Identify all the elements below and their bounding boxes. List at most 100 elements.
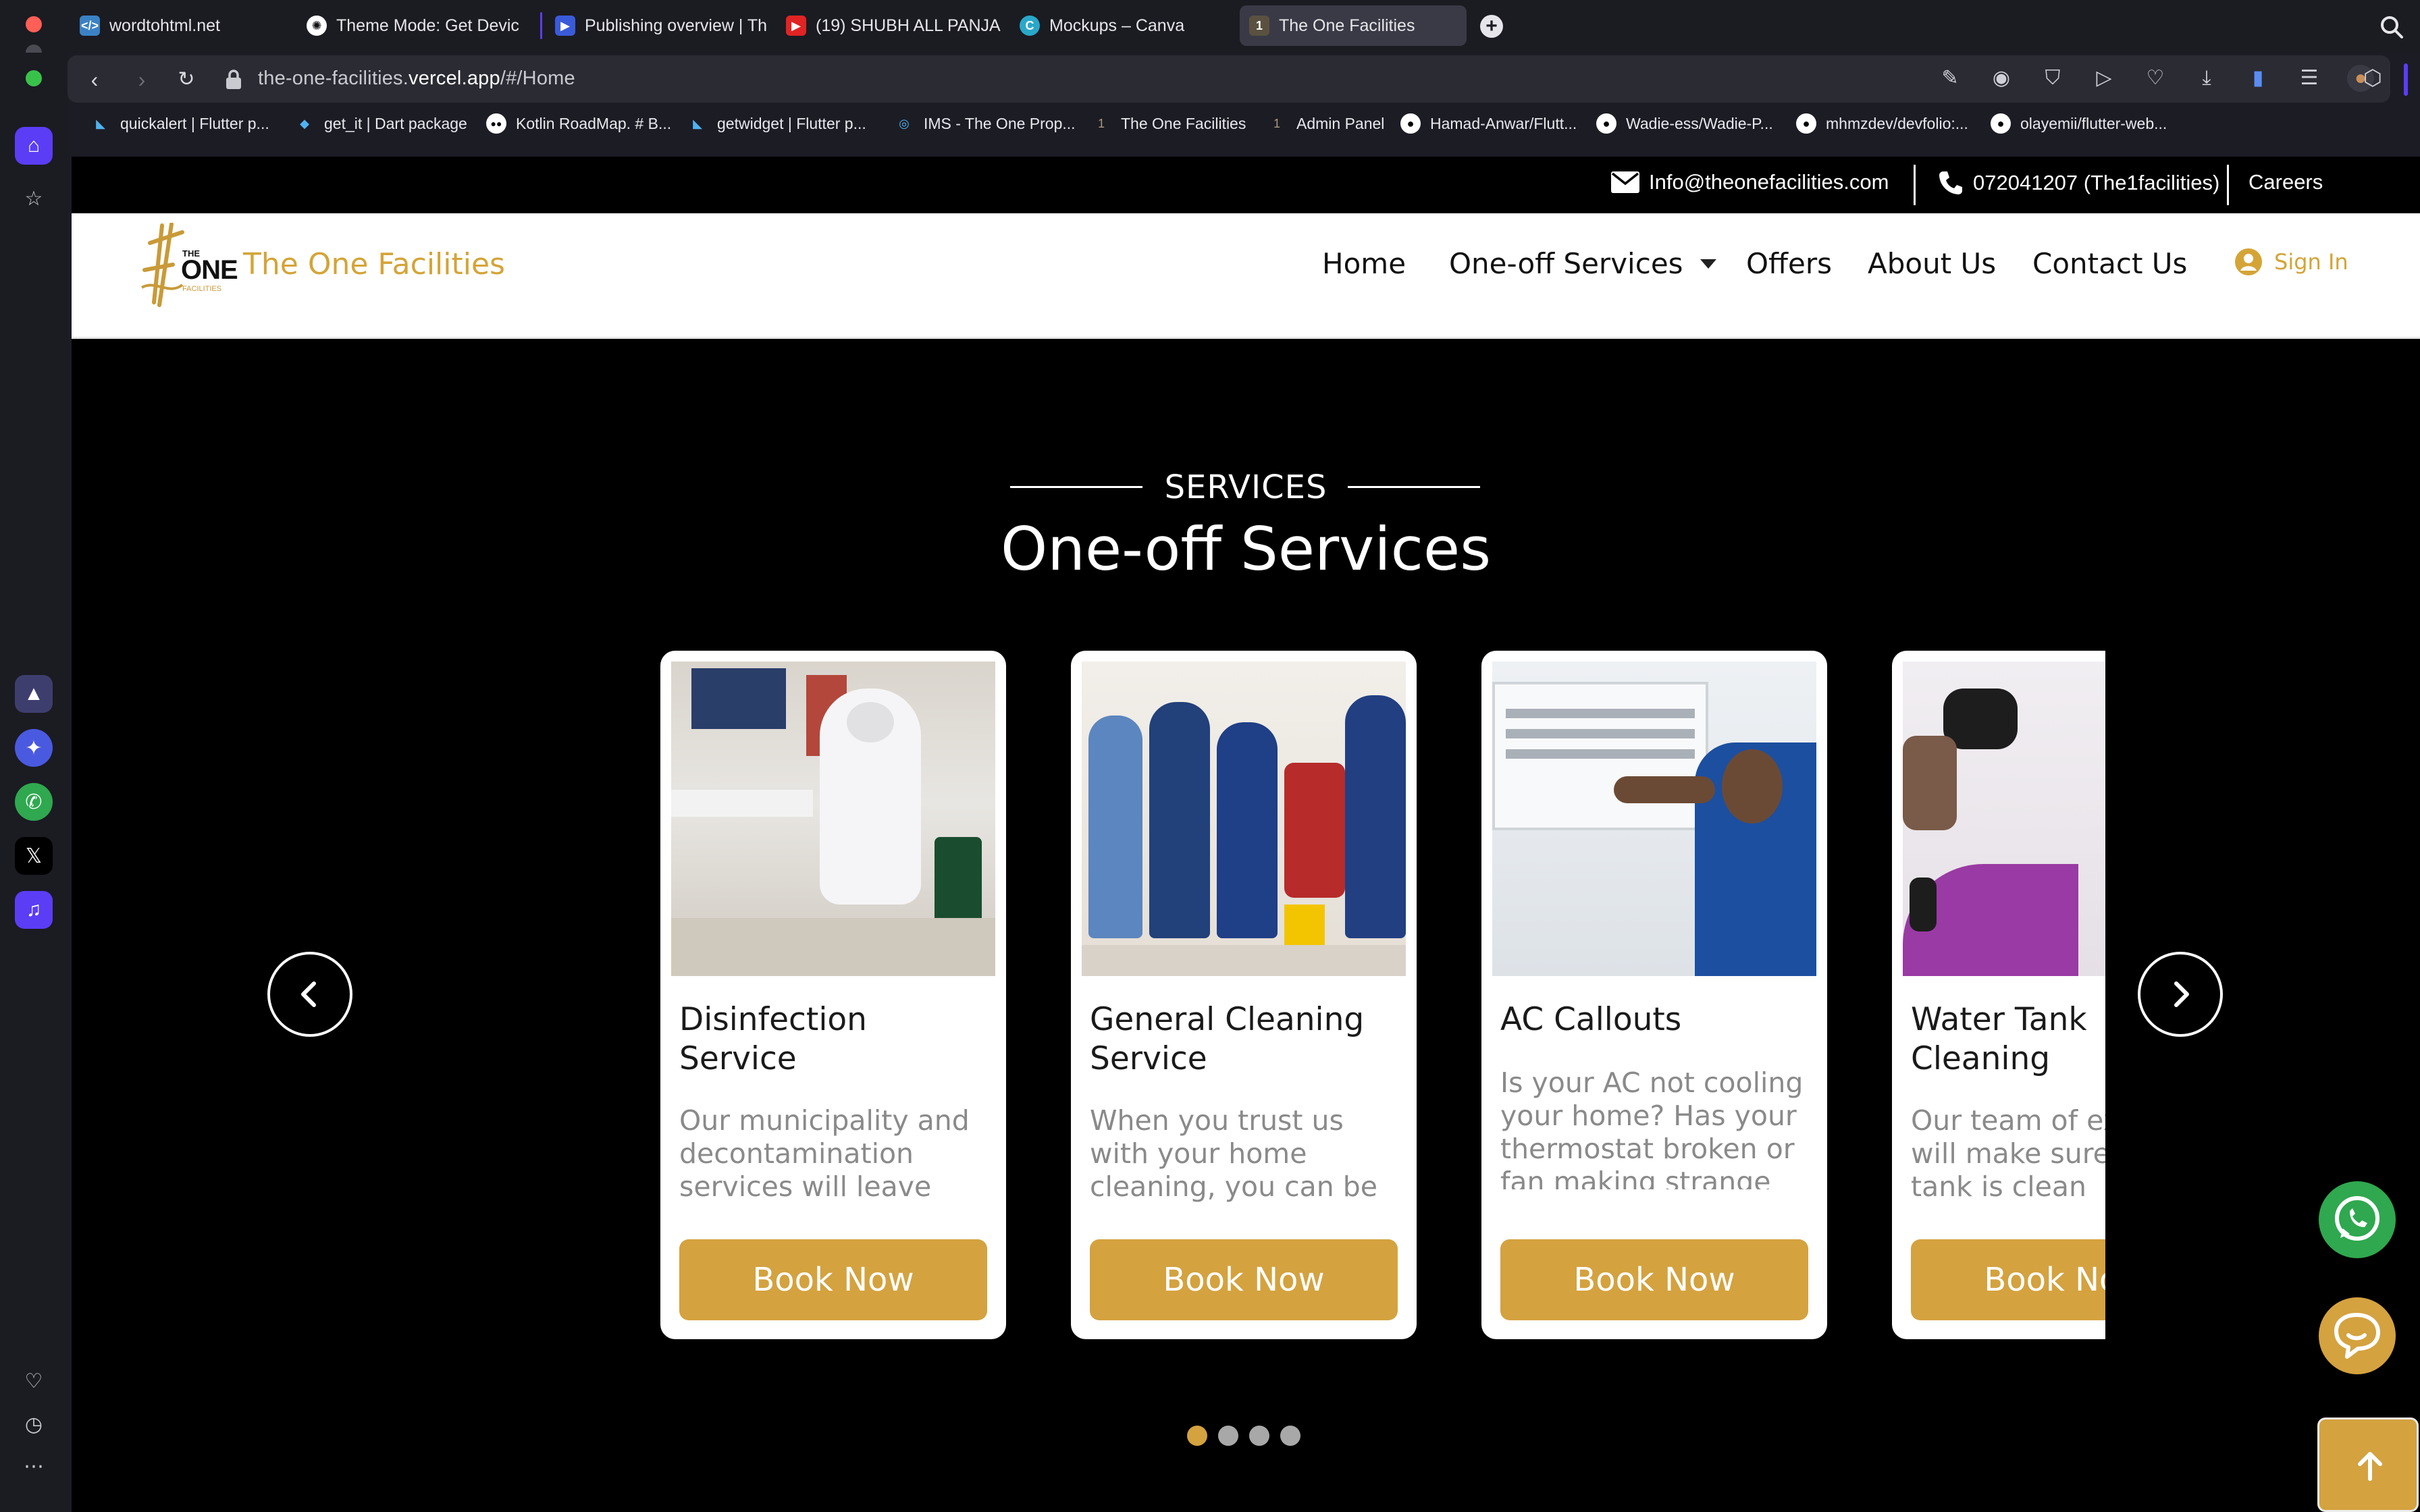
- chat-bubble-icon: [2334, 1313, 2380, 1359]
- nav-contact-us[interactable]: Contact Us: [2032, 247, 2187, 280]
- home-icon[interactable]: ⌂: [15, 127, 53, 165]
- carousel-next-button[interactable]: [2138, 952, 2223, 1037]
- bookmark[interactable]: 1 Admin Panel: [1267, 113, 1384, 134]
- nav-one-off-services[interactable]: One-off Services: [1449, 247, 1683, 280]
- medium-icon: ●●: [486, 113, 506, 134]
- browser-tab[interactable]: ▶ Publishing overview | Th: [546, 5, 774, 46]
- nav-about-us[interactable]: About Us: [1868, 247, 1996, 280]
- star-icon[interactable]: ☆: [15, 180, 53, 217]
- card-title-line1: Disinfection: [679, 1001, 867, 1038]
- carousel-dot-active[interactable]: [1187, 1426, 1207, 1446]
- careers-link[interactable]: Careers: [2248, 170, 2323, 194]
- book-now-button[interactable]: Book Now: [1090, 1239, 1398, 1320]
- browser-tab[interactable]: ▶ (19) SHUBH ALL PANJA: [777, 5, 1006, 46]
- download-icon[interactable]: ⤓: [2193, 65, 2220, 92]
- url-host: vercel.app: [409, 68, 500, 89]
- service-card[interactable]: AC Callouts Is your AC not cooling your …: [1481, 651, 1827, 1339]
- x-twitter-icon[interactable]: 𝕏: [15, 837, 53, 875]
- bookmark[interactable]: ◣ getwidget | Flutter p...: [687, 113, 866, 134]
- bookmark[interactable]: ◆ get_it | Dart package: [294, 113, 467, 134]
- heart-icon[interactable]: ♡: [2142, 65, 2169, 92]
- bookmark[interactable]: ● olayemii/flutter-web...: [1991, 113, 2167, 134]
- service-card[interactable]: Water Tank Cleaning Our team of experts …: [1892, 651, 2105, 1339]
- whatsapp-chat-button[interactable]: [2319, 1181, 2396, 1258]
- eyebrow-line-right: [1348, 486, 1480, 488]
- carousel-dot[interactable]: [1249, 1426, 1269, 1446]
- divider: [1914, 165, 1916, 205]
- carousel-dot[interactable]: [1280, 1426, 1300, 1446]
- shield-icon[interactable]: ⛉: [2039, 65, 2066, 92]
- music-player-icon[interactable]: ♫: [15, 891, 53, 929]
- logo-sub-text: FACILITIES: [182, 285, 222, 293]
- main-navigation: THE ONE FACILITIES The One Facilities Ho…: [72, 213, 2420, 339]
- browser-tab[interactable]: C Mockups – Canva: [1010, 5, 1226, 46]
- browser-tab[interactable]: </> wordtohtml.net: [70, 5, 293, 46]
- the-one-facilities-icon: 1: [1273, 116, 1280, 130]
- history-icon[interactable]: ◷: [15, 1405, 53, 1443]
- sign-in-button[interactable]: Sign In: [2235, 248, 2348, 275]
- chevron-down-icon[interactable]: [1700, 259, 1716, 269]
- service-card[interactable]: General Cleaning Service When you trust …: [1071, 651, 1417, 1339]
- book-now-button[interactable]: Book Now: [1911, 1239, 2105, 1320]
- reload-icon[interactable]: ↻: [176, 69, 197, 90]
- search-tabs-icon[interactable]: [2378, 14, 2405, 40]
- card-title: Disinfection Service: [679, 1000, 990, 1079]
- bookmark-label: IMS - The One Prop...: [924, 114, 1076, 132]
- github-icon: ●: [1400, 113, 1421, 134]
- mail-icon: [1611, 171, 1639, 193]
- services-carousel: Disinfection Service Our municipality an…: [660, 651, 2105, 1339]
- the-one-facilities-icon: 1: [1097, 116, 1105, 130]
- brand-name[interactable]: The One Facilities: [243, 247, 505, 281]
- nav-offers[interactable]: Offers: [1746, 247, 1832, 280]
- bookmark[interactable]: 1 The One Facilities: [1091, 113, 1246, 134]
- bookmark[interactable]: ● Wadie-ess/Wadie-P...: [1596, 113, 1773, 134]
- nav-home[interactable]: Home: [1322, 247, 1406, 280]
- site-logo[interactable]: THE ONE FACILITIES: [135, 222, 238, 308]
- play-console-favicon-icon: ▶: [555, 16, 575, 36]
- bookmark[interactable]: ●● Kotlin RoadMap. # B...: [486, 113, 671, 134]
- book-now-button[interactable]: Book Now: [679, 1239, 987, 1320]
- divider: [2227, 165, 2229, 205]
- address-bar[interactable]: ‹ › ↻ the-one-facilities.vercel.app/#/Ho…: [68, 55, 2390, 103]
- close-window-button[interactable]: [26, 16, 42, 32]
- easy-setup-icon[interactable]: ☰: [2296, 65, 2323, 92]
- service-card[interactable]: Disinfection Service Our municipality an…: [660, 651, 1006, 1339]
- battery-icon[interactable]: ▮: [2244, 65, 2271, 92]
- camera-icon[interactable]: ◉: [1988, 65, 2015, 92]
- scroll-to-top-button[interactable]: [2317, 1418, 2419, 1512]
- browser-sidebar: ⌂ ☆ ▲ ✦ ✆ 𝕏 ♫ ♡ ◷ ⋯: [0, 53, 68, 1512]
- address-row: ‹ › ↻ the-one-facilities.vercel.app/#/Ho…: [68, 55, 2420, 104]
- more-icon[interactable]: ⋯: [15, 1447, 53, 1485]
- new-tab-button[interactable]: +: [1480, 15, 1503, 38]
- card-title: General Cleaning Service: [1090, 1000, 1400, 1079]
- bookmark[interactable]: ◎ IMS - The One Prop...: [894, 113, 1076, 134]
- dart-icon: ◆: [300, 116, 309, 130]
- section-eyebrow: SERVICES: [1164, 468, 1327, 506]
- browser-tab[interactable]: ✺ Theme Mode: Get Devic: [297, 5, 520, 46]
- messenger-icon[interactable]: ✦: [15, 729, 53, 767]
- aria-icon[interactable]: ▲: [15, 675, 53, 713]
- bookmarks-bar: ◣ quickalert | Flutter p... ◆ get_it | Dar…: [68, 108, 2420, 146]
- whatsapp-sidebar-icon[interactable]: ✆: [15, 783, 53, 821]
- edit-icon[interactable]: ✎: [1937, 65, 1964, 92]
- carousel-dot[interactable]: [1218, 1426, 1238, 1446]
- browser-tab-active[interactable]: 1 The One Facilities: [1240, 5, 1467, 46]
- phone-link[interactable]: 072041207 (The1facilities): [1938, 170, 2219, 196]
- url-text[interactable]: the-one-facilities.vercel.app/#/Home: [258, 68, 575, 90]
- favorites-icon[interactable]: ♡: [15, 1362, 53, 1400]
- extensions-icon[interactable]: ⬡: [2363, 65, 2390, 92]
- back-icon[interactable]: ‹: [84, 69, 105, 90]
- book-now-button[interactable]: Book Now: [1500, 1239, 1808, 1320]
- carousel-prev-button[interactable]: [267, 952, 352, 1037]
- canva-favicon-icon: C: [1020, 16, 1040, 36]
- sign-in-label: Sign In: [2274, 249, 2348, 275]
- card-title-line1: General Cleaning: [1090, 1001, 1365, 1038]
- email-link[interactable]: Info@theonefacilities.com: [1611, 170, 1889, 194]
- play-icon[interactable]: ▷: [2090, 65, 2118, 92]
- bookmark[interactable]: ● mhmzdev/devfolio:...: [1796, 113, 1968, 134]
- forward-icon[interactable]: ›: [131, 69, 153, 90]
- bookmark[interactable]: ● Hamad-Anwar/Flutt...: [1400, 113, 1577, 134]
- bookmark[interactable]: ◣ quickalert | Flutter p...: [90, 113, 269, 134]
- live-chat-button[interactable]: [2319, 1297, 2396, 1374]
- card-title-line2: Service: [679, 1040, 797, 1077]
